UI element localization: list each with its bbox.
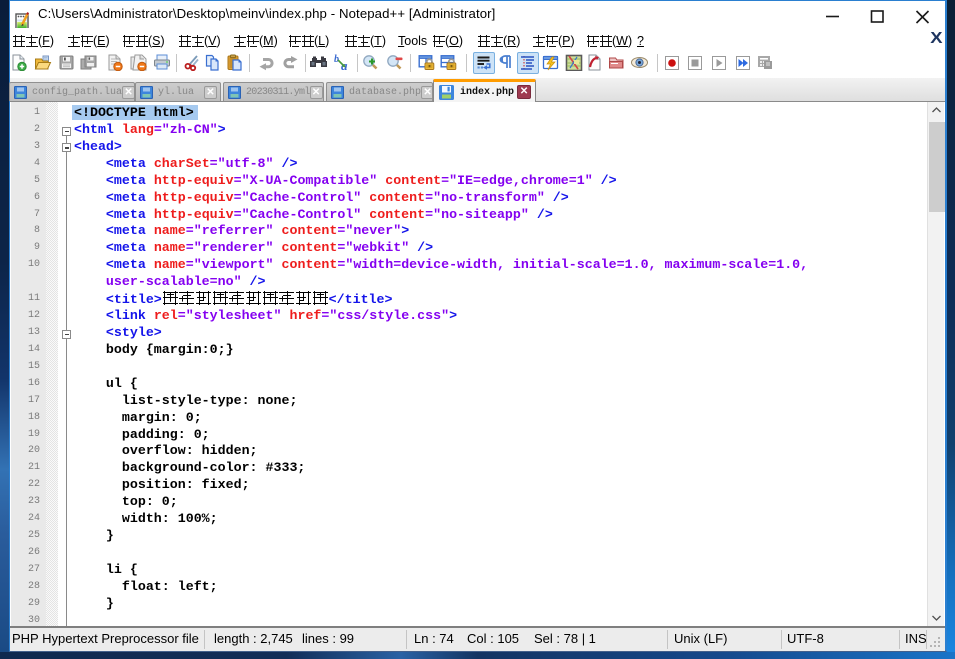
svg-text:b: b (334, 54, 339, 65)
